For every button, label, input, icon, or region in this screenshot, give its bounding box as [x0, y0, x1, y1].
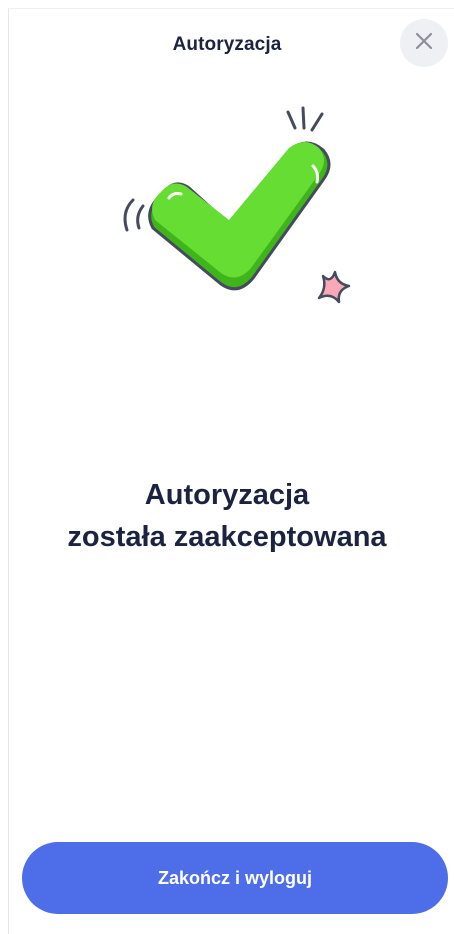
- status-message: Autoryzacja została zaakceptowana: [0, 474, 454, 558]
- motion-lines-left-icon: [123, 198, 145, 232]
- status-message-line1: Autoryzacja: [144, 479, 310, 511]
- status-message-line2: została zaakceptowana: [67, 521, 387, 553]
- close-icon: [415, 32, 433, 55]
- close-button[interactable]: [400, 19, 448, 67]
- page-title: Autoryzacja: [172, 34, 282, 55]
- sparkle-icon: [317, 270, 351, 304]
- checkmark-illustration: [105, 100, 365, 320]
- finish-and-logout-button[interactable]: Zakończ i wyloguj: [22, 842, 448, 914]
- motion-lines-top-icon: [286, 106, 324, 132]
